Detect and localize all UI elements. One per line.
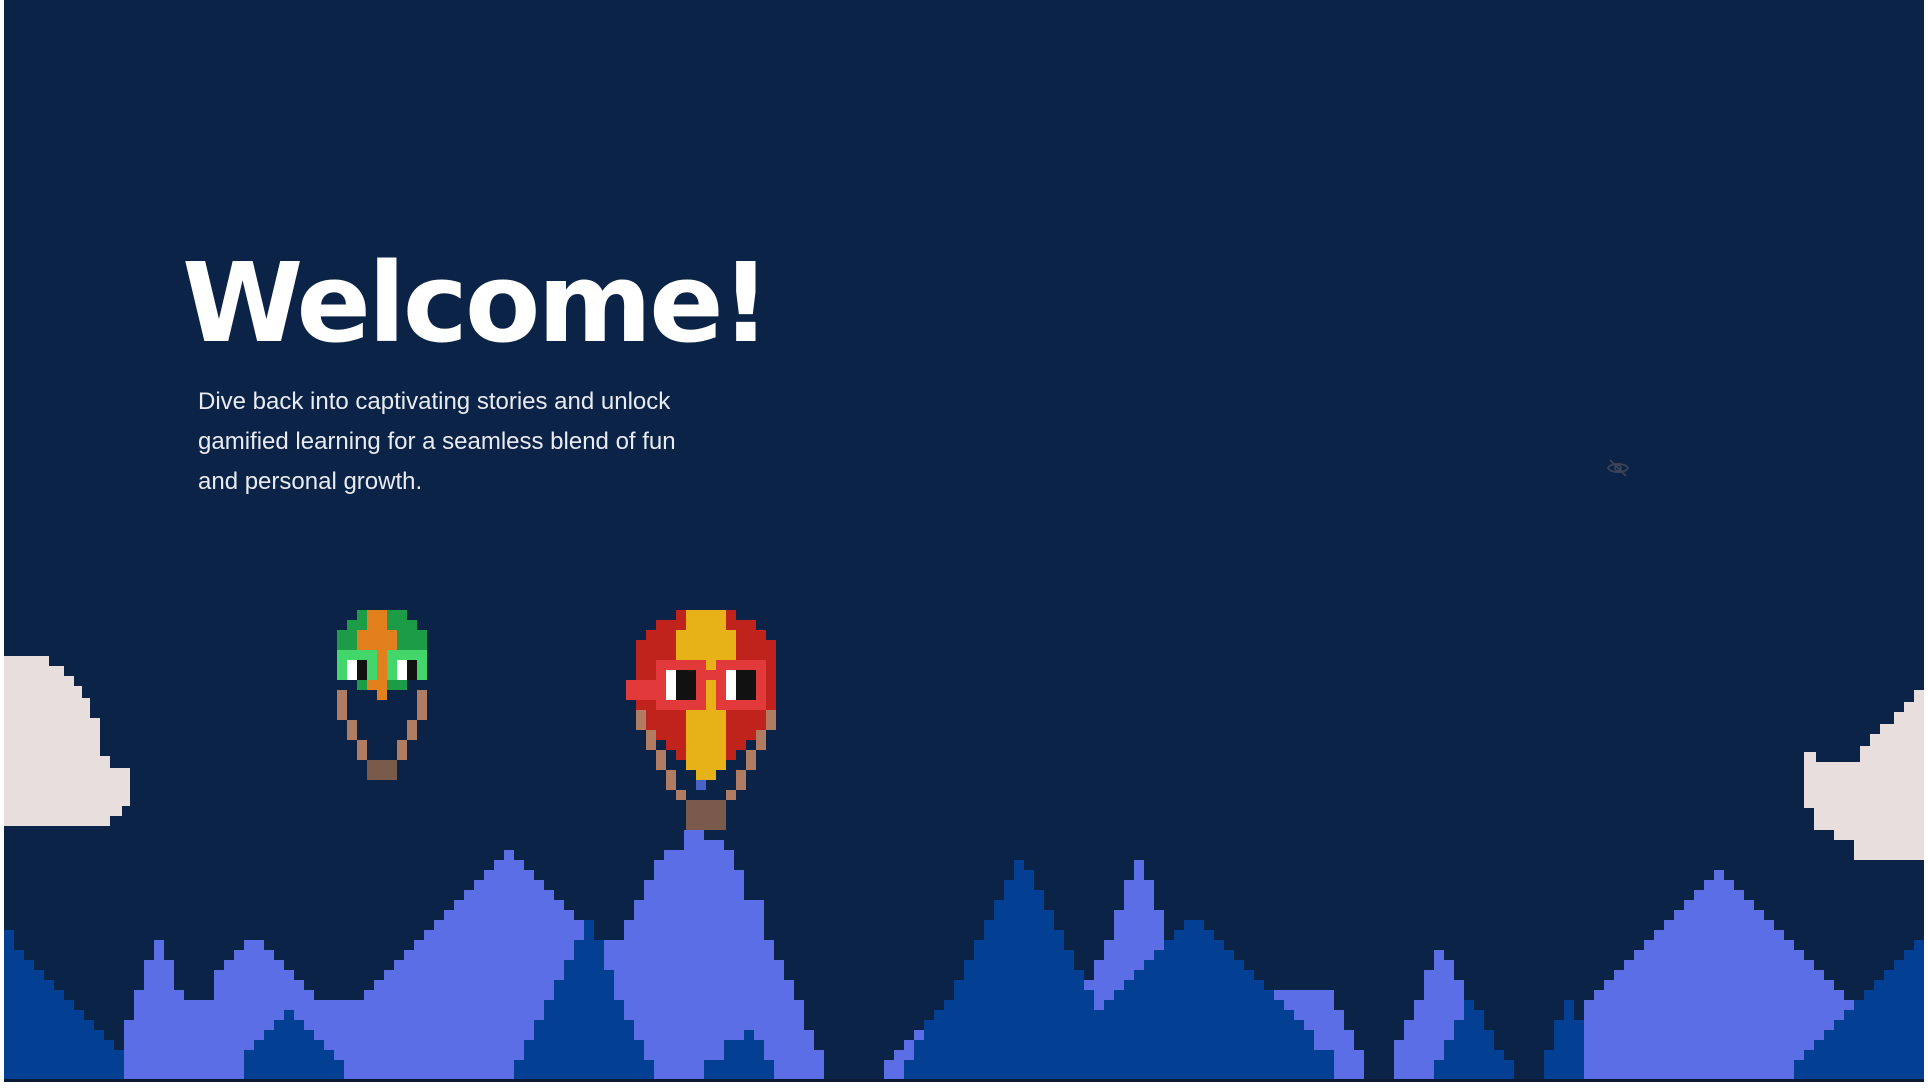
balloon-large bbox=[626, 610, 776, 830]
bottom-border bbox=[4, 1079, 1924, 1082]
hero-scene: Welcome! Dive back into captivating stor… bbox=[4, 0, 1924, 1079]
cloud-right bbox=[1804, 690, 1924, 860]
hero-subtitle: Dive back into captivating stories and u… bbox=[198, 388, 676, 495]
cloud-left bbox=[4, 656, 130, 826]
mountains-front bbox=[4, 860, 1924, 1079]
page-title: Welcome! bbox=[182, 239, 771, 367]
balloon-small bbox=[337, 610, 427, 780]
eye-off-icon[interactable] bbox=[1606, 456, 1630, 480]
